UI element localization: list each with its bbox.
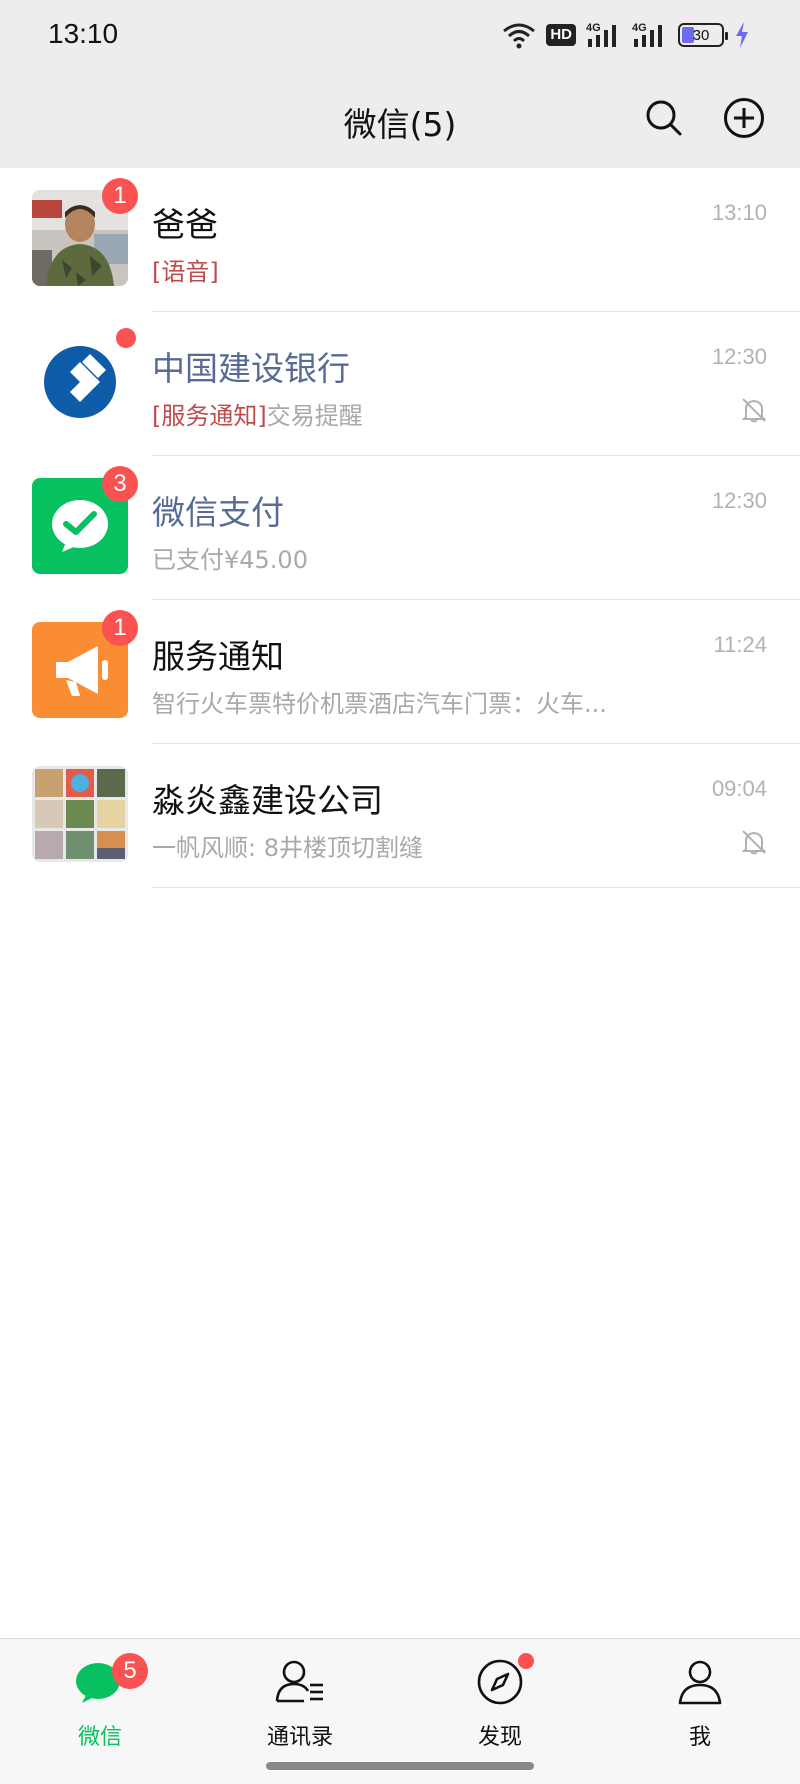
signal-icon-1: 4G [586,22,616,47]
chat-preview: 已支付¥45.00 [152,540,308,575]
unread-badge: 1 [102,178,138,214]
status-bar: 13:10 HD 4G 4G 30 [0,0,800,70]
chat-item-service-notice[interactable]: 1 服务通知 智行火车票特价机票酒店汽车门票：火车... 11:24 [0,600,800,744]
avatar [32,334,128,430]
tab-me[interactable]: 我 [600,1639,800,1759]
chat-name: 中国建设银行 [152,349,350,388]
tab-label: 发现 [477,1725,522,1750]
battery-icon: 30 [678,23,728,47]
chat-list: 1 爸爸 [语音] 13:10 中国建设银行 [服务通知]交易提醒 12:30 … [0,168,800,888]
wifi-icon [503,23,536,49]
chat-name: 服务通知 [152,637,284,676]
status-time: 13:10 [48,18,119,49]
search-icon [646,100,682,136]
battery-percent: 30 [692,26,710,44]
chat-name: 微信支付 [152,493,284,532]
chat-preview: [语音] [152,252,219,287]
avatar-wrap: 1 [32,610,138,718]
unread-dot [116,328,136,348]
tab-unread-dot [518,1653,534,1669]
chat-time: 13:10 [711,200,767,225]
tab-label: 我 [688,1725,711,1750]
chat-time: 12:30 [711,344,767,369]
home-indicator[interactable] [266,1762,534,1770]
preview-tag: [语音] [152,258,219,286]
network-label-1: 4G [586,22,601,34]
chat-time: 09:04 [711,776,767,801]
chat-preview: 智行火车票特价机票酒店汽车门票：火车... [152,684,607,719]
tab-contacts[interactable]: 通讯录 [200,1639,400,1759]
divider [152,887,800,888]
chat-name: 淼炎鑫建设公司 [152,781,383,820]
chat-preview: 一帆风顺: 8井楼顶切割缝 [152,828,423,863]
avatar-wrap: 3 [32,466,138,574]
mute-bell-icon [741,398,767,423]
avatar-wrap [32,328,136,430]
charging-icon [736,22,748,48]
tab-label: 通讯录 [266,1725,333,1750]
chat-item-dad[interactable]: 1 爸爸 [语音] 13:10 [0,168,800,312]
ccb-logo-icon [32,334,128,430]
preview-text: 交易提醒 [266,402,363,430]
tab-chats[interactable]: 5 微信 [0,1639,200,1759]
preview-tag: [服务通知] [152,402,267,430]
avatar-wrap: 1 [32,178,138,286]
search-button[interactable] [640,94,688,142]
person-icon [678,1660,722,1705]
chat-item-wechat-pay[interactable]: 3 微信支付 已支付¥45.00 12:30 [0,456,800,600]
tab-discover[interactable]: 发现 [400,1639,600,1759]
group-avatar-icon [32,766,128,862]
network-label-2: 4G [632,22,647,34]
status-icons: HD 4G 4G 30 [502,18,750,52]
unread-badge: 3 [102,466,138,502]
chat-item-ccb[interactable]: 中国建设银行 [服务通知]交易提醒 12:30 [0,312,800,456]
mute-bell-icon [741,830,767,855]
preview-text: 一帆风顺: 8井楼顶切割缝 [152,834,423,862]
tab-label: 微信 [77,1725,122,1750]
avatar-wrap [32,766,128,862]
avatar [32,766,128,862]
hd-voice-badge: HD [546,24,576,46]
unread-badge: 1 [102,610,138,646]
contacts-icon [275,1660,323,1703]
chat-name: 爸爸 [152,205,218,244]
chat-time: 12:30 [711,488,767,513]
signal-icon-2: 4G [632,22,662,47]
chat-item-group[interactable]: 淼炎鑫建设公司 一帆风顺: 8井楼顶切割缝 09:04 [0,744,800,888]
tab-unread-badge: 5 [112,1653,148,1689]
preview-text: 已支付¥45.00 [152,546,308,574]
header: 微信(5) [0,70,800,168]
chat-preview: [服务通知]交易提醒 [152,396,363,431]
add-button[interactable] [720,94,768,142]
chat-time: 11:24 [713,632,767,657]
preview-text: 智行火车票特价机票酒店汽车门票：火车... [152,690,607,718]
plus-circle-icon [724,98,764,138]
